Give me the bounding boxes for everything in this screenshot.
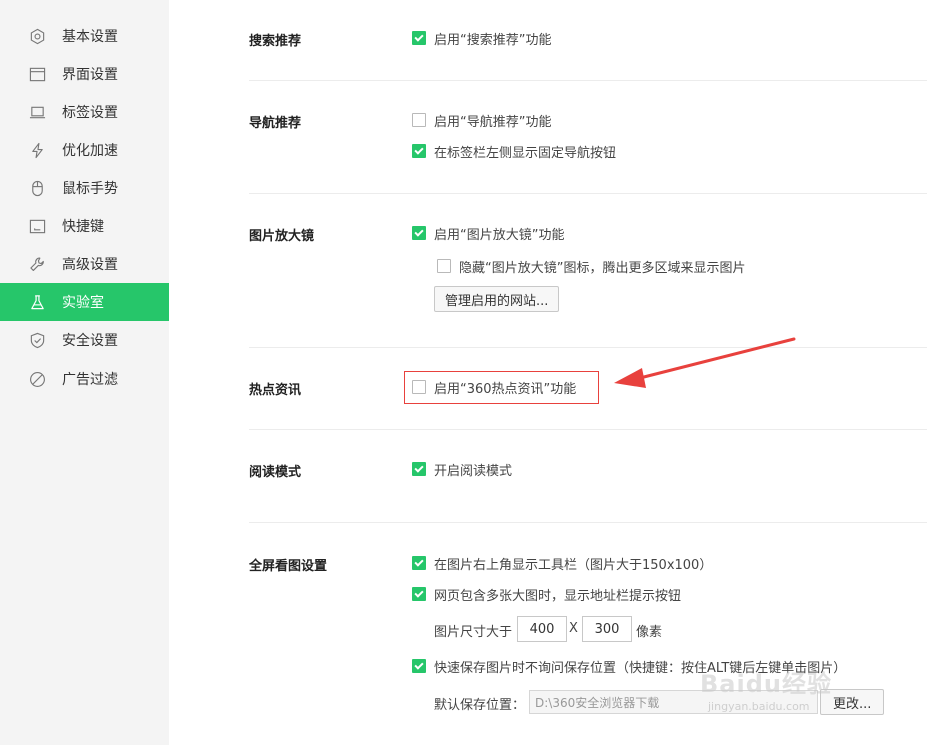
- option-label: 网页包含多张大图时，显示地址栏提示按钮: [434, 588, 682, 604]
- sidebar-item-label: 基本设置: [62, 29, 118, 45]
- option-label: 启用“图片放大镜”功能: [434, 227, 565, 243]
- default-save-location-label: 默认保存位置：: [434, 698, 526, 713]
- option-label: 开启阅读模式: [434, 463, 513, 479]
- settings-sidebar: 基本设置 界面设置 标签设置 优化加速 鼠标手势 快捷键 高级设置 实验室 安全…: [0, 0, 169, 745]
- sidebar-item-basic[interactable]: 基本设置: [0, 17, 169, 55]
- section-divider: [249, 429, 927, 430]
- magnifier-enable-option[interactable]: 启用“图片放大镜”功能: [412, 223, 564, 243]
- section-divider: [249, 347, 927, 348]
- hotnews-enable-option[interactable]: 启用“360热点资讯”功能: [412, 377, 576, 397]
- nav-recommend-option[interactable]: 启用“导航推荐”功能: [412, 110, 551, 130]
- magnifier-hide-icon-option[interactable]: 隐藏“图片放大镜”图标，腾出更多区域来显示图片: [437, 256, 745, 276]
- sidebar-item-lab[interactable]: 实验室: [0, 283, 169, 321]
- section-divider: [249, 193, 927, 194]
- lightning-icon: [28, 141, 46, 159]
- sidebar-item-label: 安全设置: [62, 333, 118, 349]
- wrench-icon: [28, 255, 46, 273]
- option-label: 在图片右上角显示工具栏（图片大于150x100）: [434, 557, 713, 573]
- sidebar-item-label: 优化加速: [62, 143, 118, 159]
- checkbox[interactable]: [412, 31, 426, 45]
- checkbox[interactable]: [412, 659, 426, 673]
- reading-mode-option[interactable]: 开启阅读模式: [412, 459, 512, 479]
- sidebar-item-advanced[interactable]: 高级设置: [0, 245, 169, 283]
- fullscreen-toolbar-option[interactable]: 在图片右上角显示工具栏（图片大于150x100）: [412, 553, 712, 573]
- section-title-reading: 阅读模式: [249, 465, 302, 480]
- sidebar-item-label: 界面设置: [62, 67, 118, 83]
- checkbox[interactable]: [412, 144, 426, 158]
- sidebar-item-interface[interactable]: 界面设置: [0, 55, 169, 93]
- sidebar-item-optimize[interactable]: 优化加速: [0, 131, 169, 169]
- shield-icon: [28, 331, 46, 349]
- sidebar-item-shortcuts[interactable]: 快捷键: [0, 207, 169, 245]
- checkbox[interactable]: [412, 226, 426, 240]
- section-title-fullscreen: 全屏看图设置: [249, 559, 328, 574]
- block-icon: [28, 370, 46, 388]
- sidebar-item-label: 标签设置: [62, 105, 118, 121]
- sidebar-item-adblock[interactable]: 广告过滤: [0, 360, 169, 398]
- flask-icon: [28, 293, 46, 311]
- mouse-icon: [28, 179, 46, 197]
- checkbox[interactable]: [412, 113, 426, 127]
- tab-icon: [28, 103, 46, 121]
- annotation-arrow-icon: [614, 337, 796, 388]
- sidebar-item-label: 高级设置: [62, 257, 118, 273]
- sidebar-item-label: 鼠标手势: [62, 181, 118, 197]
- checkbox[interactable]: [412, 587, 426, 601]
- fullscreen-addressbar-option[interactable]: 网页包含多张大图时，显示地址栏提示按钮: [412, 584, 681, 604]
- section-title-nav: 导航推荐: [249, 116, 302, 131]
- search-recommend-option[interactable]: 启用“搜索推荐”功能: [412, 28, 551, 48]
- section-title-magnifier: 图片放大镜: [249, 229, 315, 244]
- checkbox[interactable]: [437, 259, 451, 273]
- image-height-input[interactable]: 300: [582, 616, 632, 642]
- image-width-input[interactable]: 400: [517, 616, 567, 642]
- option-label: 启用“360热点资讯”功能: [434, 381, 577, 397]
- sidebar-item-mouse-gesture[interactable]: 鼠标手势: [0, 169, 169, 207]
- sidebar-item-label: 快捷键: [62, 219, 104, 235]
- checkbox[interactable]: [412, 462, 426, 476]
- size-unit-label: 像素: [636, 625, 663, 640]
- section-title-hotnews: 热点资讯: [249, 383, 302, 398]
- option-label: 在标签栏左侧显示固定导航按钮: [434, 145, 617, 161]
- sidebar-item-security[interactable]: 安全设置: [0, 321, 169, 359]
- manage-sites-button[interactable]: 管理启用的网站...: [434, 286, 560, 312]
- watermark-logo: Baidu经验: [700, 670, 832, 698]
- nav-pinned-button-option[interactable]: 在标签栏左侧显示固定导航按钮: [412, 141, 616, 161]
- sidebar-item-label: 广告过滤: [62, 372, 118, 388]
- keyboard-icon: [28, 217, 46, 235]
- section-title-search: 搜索推荐: [249, 34, 302, 49]
- window-icon: [28, 65, 46, 83]
- watermark-url: jingyan.baidu.com: [708, 700, 810, 713]
- option-label: 启用“搜索推荐”功能: [434, 32, 552, 48]
- gear-icon: [28, 27, 46, 45]
- image-size-label: 图片尺寸大于: [434, 625, 513, 640]
- checkbox[interactable]: [412, 380, 426, 394]
- section-divider: [249, 80, 927, 81]
- checkbox[interactable]: [412, 556, 426, 570]
- option-label: 启用“导航推荐”功能: [434, 114, 552, 130]
- section-divider: [249, 522, 927, 523]
- option-label: 隐藏“图片放大镜”图标，腾出更多区域来显示图片: [459, 260, 746, 276]
- sidebar-item-label: 实验室: [62, 295, 104, 311]
- size-separator: X: [569, 621, 578, 636]
- sidebar-item-tabs[interactable]: 标签设置: [0, 93, 169, 131]
